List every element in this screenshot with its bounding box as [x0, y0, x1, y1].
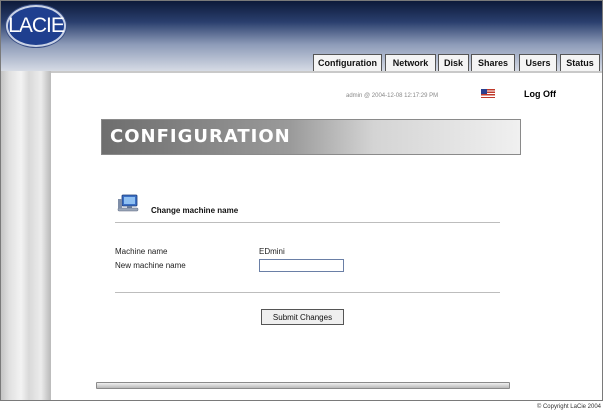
- us-flag-icon[interactable]: [481, 89, 495, 98]
- new-machine-name-input[interactable]: [259, 259, 344, 272]
- tab-network[interactable]: Network: [385, 54, 436, 71]
- lacie-logo[interactable]: LACIE: [6, 5, 66, 47]
- logoff-link[interactable]: Log Off: [524, 89, 556, 99]
- tab-disk[interactable]: Disk: [438, 54, 469, 71]
- page-title: CONFIGURATION: [110, 126, 291, 147]
- content-footer-bar: [96, 382, 510, 389]
- section-title: Change machine name: [151, 206, 239, 215]
- page-title-banner: CONFIGURATION: [101, 119, 521, 155]
- session-info: admin @ 2004-12-08 12:17:29 PM: [346, 93, 439, 99]
- app-frame: LACIE Configuration Network Disk Shares …: [0, 0, 603, 401]
- section-divider-bottom: [115, 292, 500, 293]
- tab-configuration[interactable]: Configuration: [313, 54, 382, 71]
- main-nav: Configuration Network Disk Shares Users …: [1, 54, 602, 71]
- submit-changes-button[interactable]: Submit Changes: [261, 309, 344, 325]
- new-machine-name-label: New machine name: [115, 261, 186, 270]
- copyright-text: © Copyright LaCie 2004: [536, 404, 601, 410]
- content-top-divider: [51, 71, 602, 73]
- tab-shares[interactable]: Shares: [471, 54, 515, 71]
- section-divider-top: [115, 222, 500, 223]
- machine-name-value: EDmini: [259, 247, 285, 256]
- machine-name-label: Machine name: [115, 247, 168, 256]
- tab-users[interactable]: Users: [519, 54, 557, 71]
- left-sidebar-strip: [1, 71, 51, 400]
- tab-status[interactable]: Status: [560, 54, 600, 71]
- header-bar: LACIE Configuration Network Disk Shares …: [1, 1, 602, 71]
- computer-icon: [117, 194, 139, 212]
